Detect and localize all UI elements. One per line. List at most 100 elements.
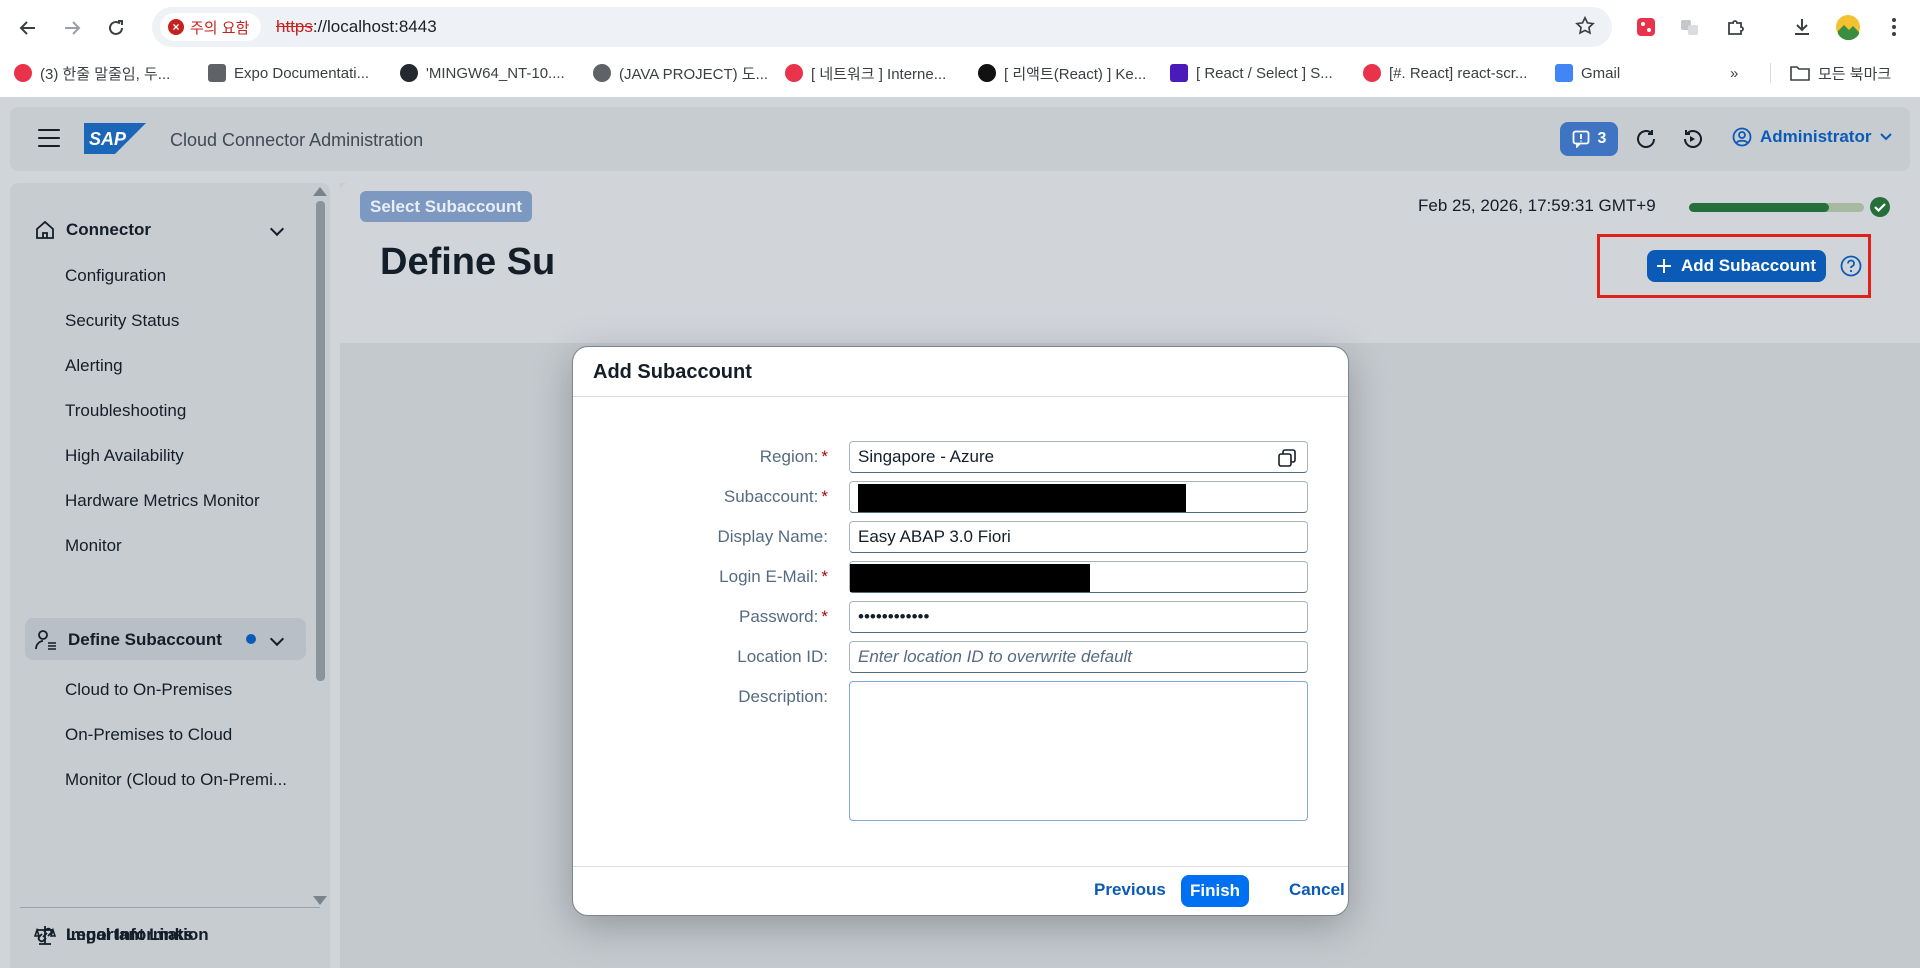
- nav-group-label: Define Subaccount: [68, 630, 222, 649]
- side-navigation: Connector Configuration Security Status …: [10, 183, 330, 968]
- sidebar-item-hardware-metrics-monitor[interactable]: Hardware Metrics Monitor: [65, 491, 260, 511]
- notification-count: 3: [1597, 130, 1607, 147]
- description-textarea[interactable]: [849, 681, 1308, 821]
- bookmark-item[interactable]: Expo Documentati...: [208, 61, 369, 85]
- sidebar-item-high-availability[interactable]: High Availability: [65, 446, 184, 466]
- region-field[interactable]: Singapore - Azure: [849, 441, 1308, 473]
- select-subaccount-button[interactable]: Select Subaccount: [360, 191, 533, 222]
- bookmark-label: [ 네트워크 ] Interne...: [811, 65, 947, 83]
- bookmark-item[interactable]: 'MINGW64_NT-10....: [400, 61, 565, 85]
- copy-icon[interactable]: [1277, 448, 1297, 468]
- more-bookmarks-label: »: [1730, 64, 1739, 82]
- sidebar-scrollbar[interactable]: [315, 201, 325, 696]
- bookmark-item[interactable]: [ 리액트(React) ] Ke...: [978, 61, 1146, 85]
- chevron-down-icon[interactable]: [269, 221, 285, 237]
- more-bookmarks-button[interactable]: »: [1730, 61, 1738, 85]
- region-label: Region: *: [760, 447, 828, 467]
- label-text: Password:: [739, 607, 819, 626]
- bookmark-favicon-icon: [1363, 64, 1381, 82]
- scrollbar-thumb[interactable]: [316, 201, 325, 681]
- password-value: ••••••••••••: [858, 607, 930, 626]
- user-menu[interactable]: Administrator: [1732, 127, 1893, 147]
- bookmark-item[interactable]: [ 네트워크 ] Interne...: [785, 61, 946, 85]
- bookmark-label: Gmail: [1581, 64, 1621, 82]
- previous-button[interactable]: Previous: [1094, 880, 1166, 900]
- bookmark-favicon-icon: [1170, 64, 1188, 82]
- download-icon[interactable]: [1788, 13, 1816, 41]
- sidebar-item-troubleshooting[interactable]: Troubleshooting: [65, 401, 186, 421]
- sidebar-item-configuration[interactable]: Configuration: [65, 266, 166, 286]
- bookmark-label: (JAVA PROJECT) 도...: [619, 65, 769, 83]
- label-text: Display Name:: [717, 527, 828, 546]
- bookmark-favicon-icon: [785, 64, 803, 82]
- refresh-icon[interactable]: [1634, 127, 1660, 153]
- page-title: Define Su: [380, 241, 556, 283]
- docs-icon: [1555, 64, 1573, 82]
- back-icon[interactable]: [14, 14, 42, 42]
- sidebar-item-monitor[interactable]: Monitor: [65, 536, 122, 556]
- all-bookmarks-folder[interactable]: 모든 북마크: [1790, 61, 1891, 85]
- scroll-down-arrow[interactable]: [313, 896, 327, 905]
- user-icon: [1732, 127, 1752, 147]
- sidebar-divider: [20, 907, 320, 908]
- bookmark-item[interactable]: (3) 한줄 말줄임, 두...: [14, 61, 170, 85]
- extensions-puzzle-icon[interactable]: [1722, 13, 1750, 41]
- cancel-button[interactable]: Cancel: [1289, 880, 1345, 900]
- scroll-up-arrow[interactable]: [313, 187, 327, 196]
- sidebar-item-security-status[interactable]: Security Status: [65, 311, 179, 331]
- bookmark-item[interactable]: [ React / Select ] S...: [1170, 61, 1333, 85]
- bookmark-label: [ React / Select ] S...: [1196, 64, 1333, 82]
- home-icon: [36, 220, 54, 239]
- address-bar[interactable]: × 주의 요함 https://localhost:8443: [152, 7, 1612, 47]
- bookmark-label: 'MINGW64_NT-10....: [426, 64, 565, 82]
- required-marker: *: [821, 487, 828, 506]
- sidebar-item-monitor-cloud-to-on-premises[interactable]: Monitor (Cloud to On-Premi...: [65, 770, 287, 790]
- sidebar-item-alerting[interactable]: Alerting: [65, 356, 123, 376]
- bookmark-item[interactable]: (JAVA PROJECT) 도...: [593, 61, 768, 85]
- restart-icon[interactable]: [1680, 127, 1706, 153]
- nav-group-connector[interactable]: Connector: [34, 219, 151, 241]
- page-header: Select Subaccount Feb 25, 2026, 17:59:31…: [340, 183, 1920, 343]
- bookmark-item[interactable]: [#. React] react-scr...: [1363, 61, 1527, 85]
- sidebar-item-on-premises-to-cloud[interactable]: On-Premises to Cloud: [65, 725, 232, 745]
- url-text[interactable]: https://localhost:8443: [276, 17, 437, 37]
- redaction-block: [858, 484, 1186, 512]
- highlight-annotation-box: [1597, 234, 1871, 298]
- password-input[interactable]: ••••••••••••: [849, 601, 1308, 633]
- bookmark-favicon-icon: [14, 64, 32, 82]
- sidebar-item-cloud-to-on-premises[interactable]: Cloud to On-Premises: [65, 680, 232, 700]
- forward-icon[interactable]: [58, 14, 86, 42]
- nav-group-define-subaccount[interactable]: Define Subaccount: [34, 629, 222, 651]
- profile-avatar[interactable]: [1834, 13, 1862, 41]
- bookmark-favicon-icon: [978, 64, 996, 82]
- menu-icon[interactable]: [38, 129, 60, 147]
- url-host: ://localhost:8443: [312, 17, 437, 36]
- check-icon: [1870, 197, 1890, 217]
- password-label: Password: *: [739, 607, 828, 627]
- login-email-input[interactable]: [849, 561, 1308, 593]
- subaccount-input[interactable]: [849, 481, 1308, 513]
- url-scheme: https: [276, 17, 313, 36]
- sap-logo: SAP: [84, 123, 146, 154]
- finish-button[interactable]: Finish: [1181, 875, 1250, 907]
- required-marker: *: [821, 607, 828, 626]
- notifications-button[interactable]: 3: [1560, 122, 1618, 156]
- nav-legal-information[interactable]: Legal Information: [34, 924, 209, 946]
- nav-label: Legal Information: [66, 925, 209, 944]
- browser-menu-icon[interactable]: [1880, 13, 1908, 41]
- bookmark-label: Expo Documentati...: [234, 64, 370, 82]
- reload-icon[interactable]: [102, 14, 130, 42]
- bookmark-item[interactable]: Gmail: [1555, 61, 1620, 85]
- extension-icon[interactable]: [1632, 13, 1660, 41]
- redaction-block: [850, 564, 1090, 592]
- label-text: Location ID:: [737, 647, 828, 666]
- translate-extension-icon[interactable]: [1676, 13, 1704, 41]
- warning-icon: ×: [168, 19, 184, 35]
- bookmark-star-icon[interactable]: [1574, 15, 1596, 42]
- label-text: Subaccount:: [723, 487, 819, 506]
- location-id-input[interactable]: Enter location ID to overwrite default: [849, 641, 1308, 673]
- dialog-footer: Previous Finish Cancel: [573, 866, 1348, 915]
- security-warning-chip[interactable]: × 주의 요함: [160, 13, 262, 41]
- bookmark-label: [ 리액트(React) ] Ke...: [1004, 65, 1147, 83]
- display-name-input[interactable]: Easy ABAP 3.0 Fiori: [849, 521, 1308, 553]
